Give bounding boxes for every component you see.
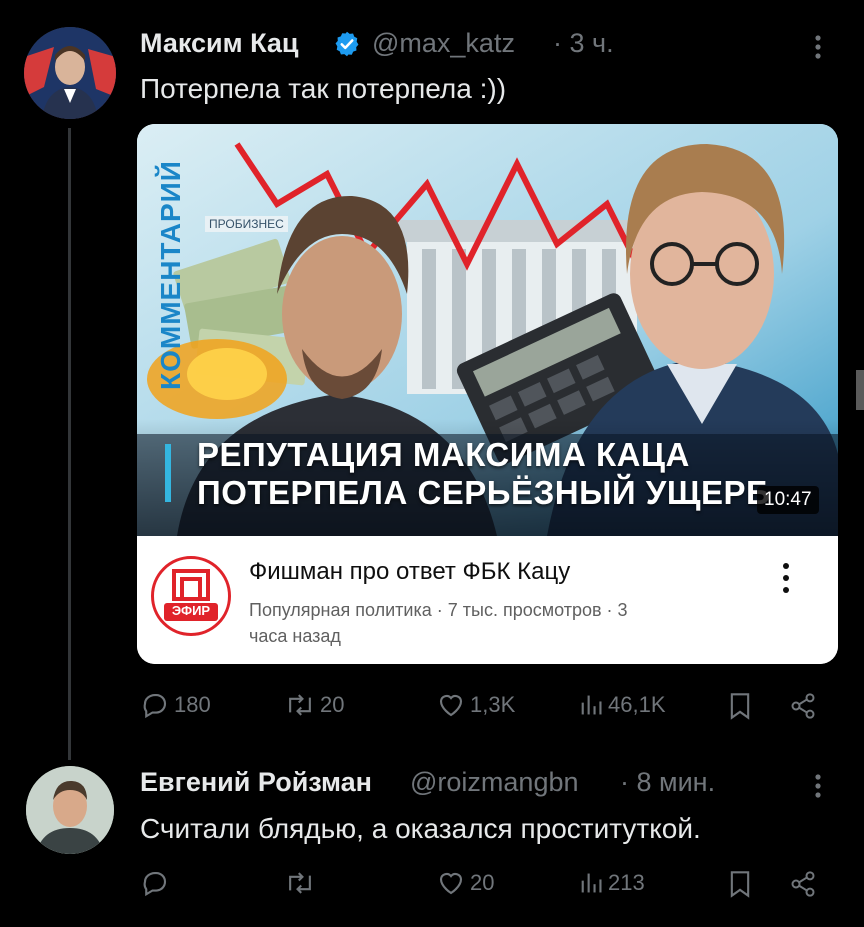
channel-badge-text: ЭФИР (171, 603, 211, 618)
tweet-text: Потерпела так потерпела :)) (140, 73, 507, 104)
reply-reply-button[interactable] (140, 868, 170, 898)
more-options-icon[interactable] (808, 32, 828, 62)
reply-button[interactable]: 180 (140, 690, 211, 720)
video-meta-1: Популярная политика · 7 тыс. просмотров … (249, 600, 628, 620)
like-count: 1,3K (470, 692, 516, 717)
reply-more-options-icon[interactable] (808, 771, 828, 801)
reply-share-icon[interactable] (788, 870, 818, 898)
video-title[interactable]: Фишман про ответ ФБК Кацу (249, 558, 570, 586)
reply-bookmark-icon[interactable] (728, 870, 752, 898)
thumbnail-headline-1: РЕПУТАЦИЯ МАКСИМА КАЦА (197, 436, 690, 473)
tweet-time[interactable]: · 3 ч. (553, 28, 614, 59)
avatar-portrait-icon (24, 27, 116, 119)
reply-icon (143, 693, 167, 719)
thread-line (68, 128, 71, 760)
reply-author-name[interactable]: Евгений Ройзман (140, 767, 372, 798)
retweet-count: 20 (320, 692, 345, 717)
thumbnail-logo-text: ПРОБИЗНЕС (205, 216, 288, 232)
thumbnail-vertical-label: КОММЕНТАРИЙ (155, 160, 186, 390)
reply-views-button[interactable]: 213 (578, 868, 645, 898)
author-avatar[interactable] (24, 27, 116, 119)
video-duration: 10:47 (757, 486, 819, 514)
views-icon (581, 695, 602, 715)
reply-time[interactable]: · 8 мин. (620, 767, 715, 798)
reply-count: 180 (174, 692, 211, 717)
reply-like-button[interactable]: 20 (436, 868, 494, 898)
scrollbar-thumb[interactable] (856, 370, 864, 410)
reply-avatar-portrait-icon (26, 766, 114, 854)
video-menu-icon[interactable] (779, 558, 793, 598)
thumbnail-headline-2: ПОТЕРПЕЛА СЕРЬЁЗНЫЙ УЩЕРБ (197, 474, 771, 511)
video-meta-2: часа назад (249, 626, 341, 646)
share-icon[interactable] (788, 692, 818, 720)
video-info: ЭФИР Фишман про ответ ФБК Кацу Популярна… (137, 536, 838, 664)
reply-author-avatar[interactable] (26, 766, 114, 854)
retweet-button[interactable]: 20 (284, 690, 344, 720)
views-count: 46,1K (608, 692, 666, 717)
reply-reply-icon (143, 871, 167, 897)
reply-views-count: 213 (608, 870, 645, 895)
reply-views-icon (581, 873, 602, 893)
author-name[interactable]: Максим Кац (140, 28, 299, 59)
author-handle[interactable]: @max_katz (372, 28, 515, 59)
reply-retweet-button[interactable] (284, 868, 316, 898)
reply-text: Считали блядью, а оказался проституткой. (140, 813, 701, 844)
bookmark-icon[interactable] (728, 692, 752, 720)
views-button[interactable]: 46,1K (578, 690, 666, 720)
like-button[interactable]: 1,3K (436, 690, 515, 720)
reply-like-icon (439, 873, 463, 895)
like-icon (439, 695, 463, 717)
channel-logo-icon (164, 569, 218, 621)
video-thumbnail[interactable]: ПРОБИЗНЕС КОММЕНТАРИЙ РЕПУТАЦИЯ МАКСИМА … (137, 124, 838, 536)
reply-like-count: 20 (470, 870, 495, 895)
retweet-icon (289, 694, 311, 716)
reply-retweet-icon (289, 872, 311, 894)
channel-avatar[interactable]: ЭФИР (151, 556, 231, 636)
youtube-embed-card[interactable]: ПРОБИЗНЕС КОММЕНТАРИЙ РЕПУТАЦИЯ МАКСИМА … (137, 124, 838, 664)
verified-badge-icon (335, 31, 359, 57)
reply-author-handle[interactable]: @roizmangbn (410, 767, 579, 798)
